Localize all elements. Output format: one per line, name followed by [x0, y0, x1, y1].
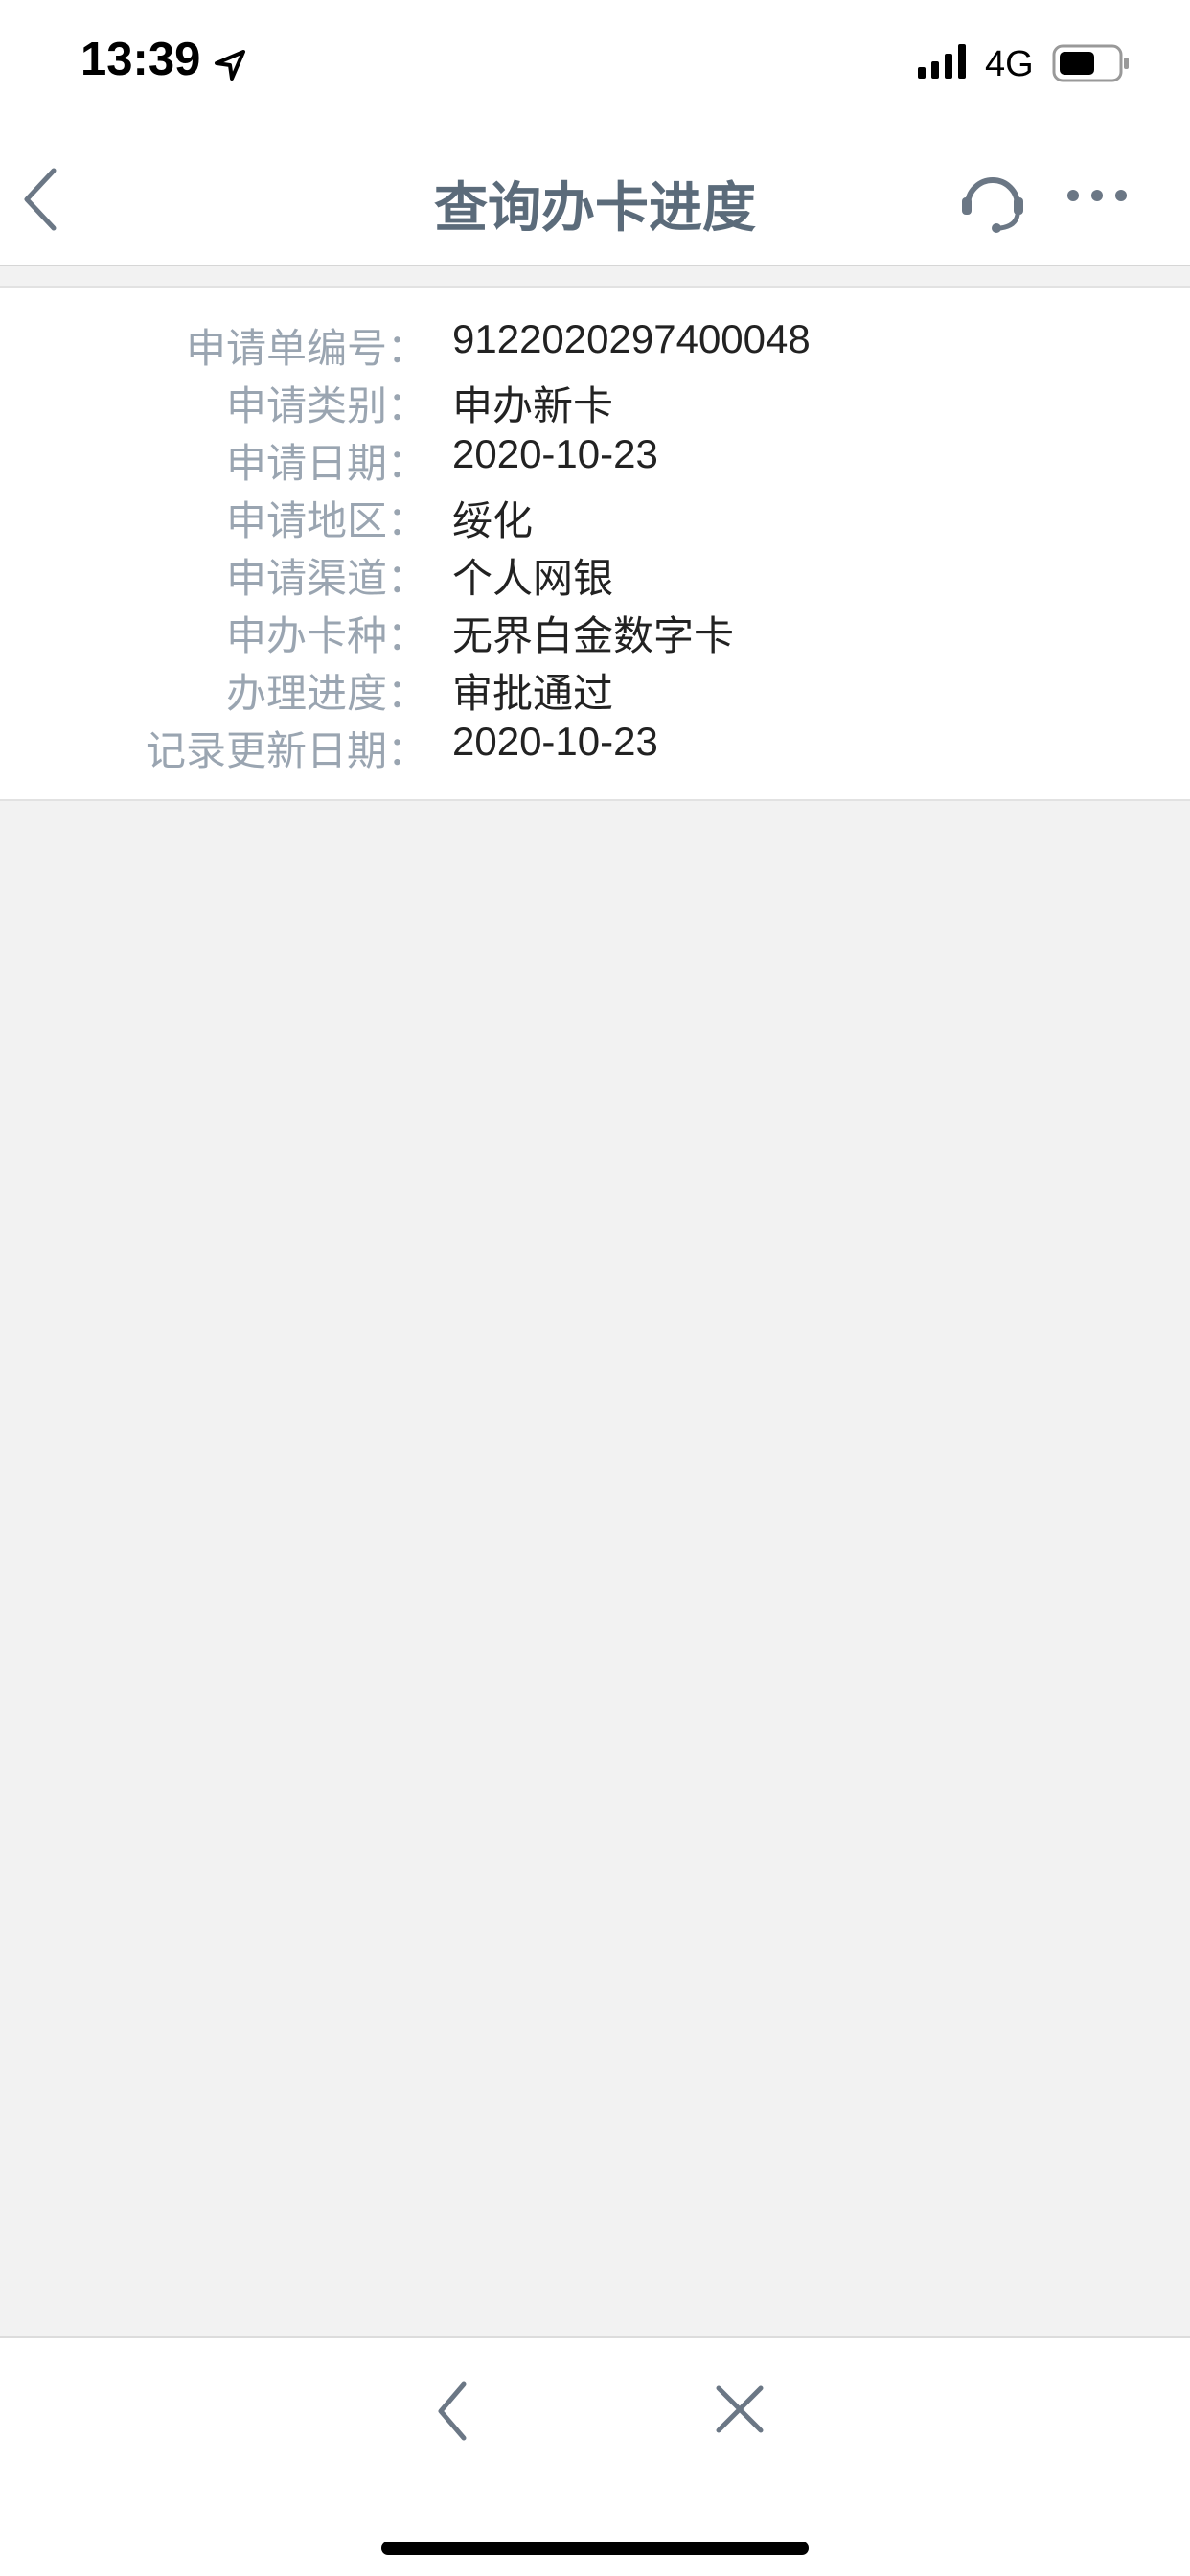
- nav-bar: 查询办卡进度: [0, 126, 1190, 266]
- application-details-card: 申请单编号： 9122020297400048 申请类别： 申办新卡 申请日期：…: [0, 286, 1190, 801]
- detail-row-progress: 办理进度： 审批通过: [0, 661, 1190, 719]
- detail-row-card-type: 申办卡种： 无界白金数字卡: [0, 604, 1190, 661]
- detail-row-application-number: 申请单编号： 9122020297400048: [0, 316, 1190, 374]
- status-bar: 13:39 4G: [0, 0, 1190, 126]
- detail-value: 绥化: [452, 498, 534, 543]
- detail-row-application-date: 申请日期： 2020-10-23: [0, 431, 1190, 489]
- detail-label: 申请地区：: [225, 498, 427, 543]
- detail-row-application-region: 申请地区： 绥化: [0, 489, 1190, 546]
- detail-value: 2020-10-23: [452, 719, 658, 764]
- detail-row-application-type: 申请类别： 申办新卡: [0, 374, 1190, 431]
- battery-icon: [1052, 44, 1129, 82]
- status-time: 13:39: [80, 34, 201, 85]
- detail-row-application-channel: 申请渠道： 个人网银: [0, 546, 1190, 604]
- network-type: 4G: [985, 44, 1034, 84]
- back-chevron-icon[interactable]: [429, 2377, 477, 2446]
- detail-value: 审批通过: [452, 671, 614, 716]
- detail-label: 记录更新日期：: [145, 728, 427, 773]
- detail-label: 申请日期：: [225, 441, 427, 486]
- home-indicator[interactable]: [381, 2542, 809, 2555]
- detail-value: 个人网银: [452, 556, 614, 601]
- detail-value: 无界白金数字卡: [452, 613, 735, 658]
- detail-label: 申请单编号：: [185, 326, 427, 371]
- detail-label: 申请渠道：: [225, 556, 427, 601]
- detail-label: 申请类别：: [225, 383, 427, 428]
- detail-row-record-update-date: 记录更新日期： 2020-10-23: [0, 719, 1190, 776]
- detail-label: 申办卡种：: [225, 613, 427, 658]
- more-dots-icon[interactable]: [1065, 184, 1129, 207]
- bottom-toolbar: [0, 2336, 1190, 2576]
- signal-icon: [918, 44, 966, 79]
- detail-value: 申办新卡: [452, 383, 614, 428]
- detail-label: 办理进度：: [225, 671, 427, 716]
- close-icon[interactable]: [713, 2382, 767, 2436]
- location-arrow-icon: [215, 50, 245, 80]
- headset-icon[interactable]: [958, 165, 1027, 234]
- detail-value: 2020-10-23: [452, 431, 658, 476]
- detail-value: 9122020297400048: [452, 316, 811, 361]
